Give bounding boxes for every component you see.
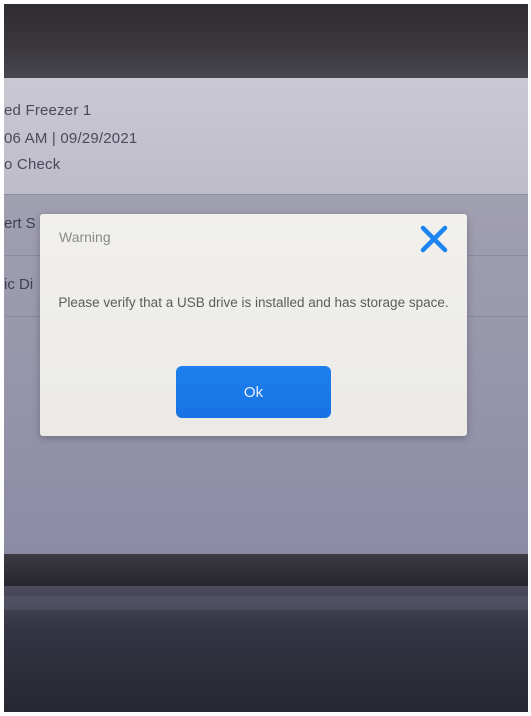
- background-device-name: ed Freezer 1: [4, 102, 92, 119]
- monitor-bezel-bottom: [0, 554, 531, 586]
- background-timestamp: 06 AM | 09/29/2021: [4, 130, 138, 147]
- warning-dialog: Warning Please verify that a USB drive i…: [40, 214, 467, 436]
- background-row-label: ic Di: [4, 276, 34, 293]
- close-icon: [420, 225, 448, 253]
- close-button[interactable]: [419, 224, 449, 254]
- background-check-label: o Check: [4, 156, 61, 173]
- background-header: ed Freezer 1 06 AM | 09/29/2021 o Check: [0, 78, 531, 195]
- background-row-label: ert S: [4, 215, 36, 232]
- monitor-bezel-top: [0, 0, 531, 80]
- ok-button[interactable]: Ok: [176, 366, 331, 418]
- device-housing: [0, 586, 531, 716]
- dialog-title: Warning: [59, 229, 111, 245]
- dialog-message: Please verify that a USB drive is instal…: [58, 295, 449, 310]
